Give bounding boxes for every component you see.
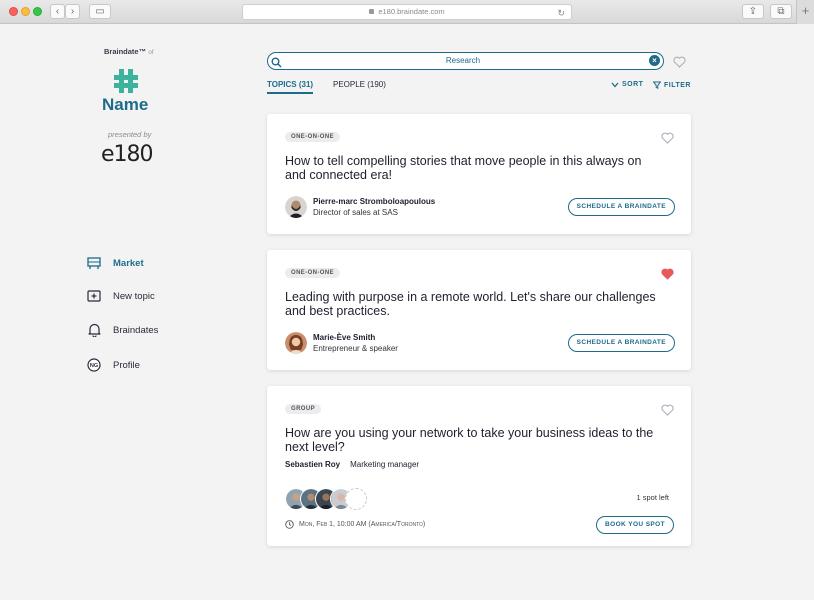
avatar	[285, 332, 307, 354]
close-window-button[interactable]	[9, 7, 18, 16]
market-icon	[86, 255, 102, 271]
favorite-heart-icon[interactable]	[661, 131, 674, 149]
brand-name: Braindate™	[104, 47, 147, 56]
topic-card[interactable]: ONE-ON-ONE How to tell compelling storie…	[267, 114, 691, 234]
url-text: e180.braindate.com	[378, 7, 445, 16]
lock-icon	[369, 9, 375, 14]
clock-icon	[285, 520, 294, 529]
event-name: Name	[102, 95, 149, 114]
topic-type-badge: ONE-ON-ONE	[285, 132, 340, 142]
share-button[interactable]: ⇪	[742, 4, 764, 19]
empty-seat	[345, 488, 367, 510]
sort-button[interactable]: SORT	[611, 81, 643, 88]
topic-title[interactable]: How are you using your network to take y…	[285, 426, 665, 454]
favorite-heart-icon[interactable]	[661, 403, 674, 421]
sponsor-logo: e180	[101, 142, 154, 167]
reload-icon[interactable]: ↻	[557, 6, 565, 20]
back-button[interactable]: ‹	[50, 4, 65, 19]
schedule-braindate-button[interactable]: SCHEDULE A BRAINDATE	[567, 334, 675, 352]
maximize-window-button[interactable]	[33, 7, 42, 16]
author-role: Entrepreneur & speaker	[313, 343, 398, 353]
filter-button[interactable]: FILTER	[653, 81, 691, 89]
filter-icon	[653, 81, 661, 89]
sidebar-item-label: Profile	[113, 359, 140, 371]
datetime-text: Mon, Feb 1, 10:00 AM (America/Toronto)	[299, 521, 426, 528]
tab-people[interactable]: PEOPLE (190)	[333, 80, 386, 89]
sidebar-item-profile[interactable]: NG Profile	[86, 357, 140, 373]
schedule-braindate-button[interactable]: SCHEDULE A BRAINDATE	[567, 198, 675, 216]
sidebar-item-label: Braindates	[113, 324, 159, 336]
topic-host[interactable]: Sebastien Roy Marketing manager	[285, 460, 419, 469]
forward-button[interactable]: ›	[65, 4, 80, 19]
sort-label: SORT	[622, 81, 644, 88]
book-spot-button[interactable]: BOOK YOU SPOT	[596, 516, 674, 534]
address-bar[interactable]: e180.braindate.com ↻	[242, 4, 572, 20]
sidebar-item-market[interactable]: Market	[86, 255, 144, 271]
new-topic-icon	[86, 288, 102, 304]
topic-type-badge: GROUP	[285, 404, 322, 414]
event-hash-logo-icon	[114, 69, 138, 93]
search-icon	[271, 55, 282, 73]
presented-by-label: presented by	[108, 130, 152, 139]
browser-toolbar: ‹ › ▭ e180.braindate.com ↻ ⇪ ⧉ +	[0, 0, 814, 24]
clear-search-icon[interactable]: ×	[649, 55, 660, 66]
author-role: Director of sales at SAS	[313, 207, 398, 217]
tab-topics[interactable]: TOPICS (31)	[267, 80, 314, 94]
sidebar-item-new-topic[interactable]: New topic	[86, 288, 155, 304]
author-name: Pierre-marc Stromboloapoulous	[313, 196, 436, 206]
avatar	[285, 196, 307, 218]
svg-text:NG: NG	[90, 363, 98, 369]
topic-author[interactable]: Pierre-marc Stromboloapoulous Director o…	[285, 196, 435, 218]
sidebar-item-label: Market	[113, 257, 144, 269]
topic-card[interactable]: ONE-ON-ONE Leading with purpose in a rem…	[267, 250, 691, 370]
sidebar-item-label: New topic	[113, 290, 155, 302]
topic-card[interactable]: GROUP How are you using your network to …	[267, 386, 691, 546]
host-name: Sebastien Roy	[285, 460, 341, 469]
host-role: Marketing manager	[350, 460, 420, 469]
brand-line: Braindate™ of	[104, 47, 154, 56]
participants-list	[285, 488, 367, 510]
new-tab-button[interactable]: +	[796, 0, 814, 24]
minimize-window-button[interactable]	[21, 7, 30, 16]
tabs-overview-button[interactable]: ⧉	[770, 4, 792, 19]
sidebar-toggle-button[interactable]: ▭	[89, 4, 111, 19]
topic-type-badge: ONE-ON-ONE	[285, 268, 340, 278]
author-name: Marie-Ève Smith	[313, 332, 376, 342]
chevron-down-icon	[611, 82, 619, 87]
topic-title[interactable]: How to tell compelling stories that move…	[285, 154, 665, 182]
brand-of: of	[148, 49, 154, 56]
sidebar-item-braindates[interactable]: Braindates	[86, 322, 158, 338]
favorite-heart-icon[interactable]	[661, 267, 674, 285]
spots-left-label: 1 spot left	[636, 493, 669, 502]
search-bar: ×	[267, 52, 664, 70]
bell-icon	[86, 322, 102, 338]
filter-label: FILTER	[664, 81, 691, 89]
search-input[interactable]	[288, 54, 638, 67]
topic-author[interactable]: Marie-Ève Smith Entrepreneur & speaker	[285, 332, 398, 354]
braindate-datetime: Mon, Feb 1, 10:00 AM (America/Toronto)	[285, 520, 425, 529]
topic-title[interactable]: Leading with purpose in a remote world. …	[285, 290, 665, 318]
profile-avatar-icon: NG	[86, 357, 102, 373]
favorites-heart-icon[interactable]	[673, 55, 686, 73]
